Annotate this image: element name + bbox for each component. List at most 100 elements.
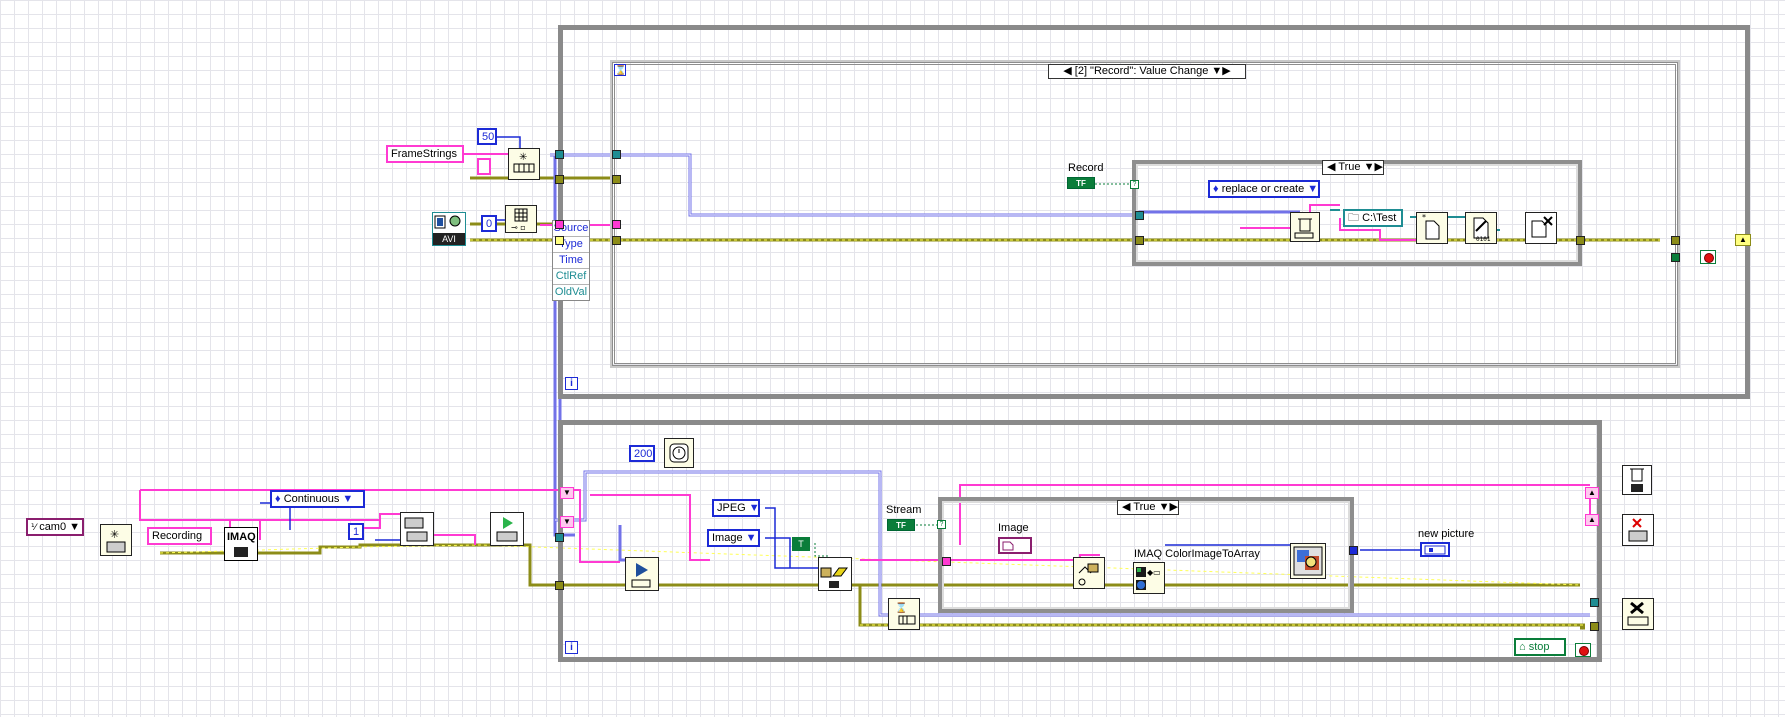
camera-name-value: cam0 <box>39 521 67 533</box>
case-dropdown-icon[interactable]: ▼▶ <box>1211 65 1230 77</box>
image-constant[interactable] <box>998 537 1032 554</box>
event-field-ctlref[interactable]: CtlRef <box>553 269 589 285</box>
queue-size-constant[interactable]: 50 <box>477 128 497 145</box>
tunnel <box>612 236 621 245</box>
lower-loop-stop-terminal[interactable] <box>1575 643 1591 657</box>
svg-text:*: * <box>1422 213 1426 222</box>
zero-constant[interactable]: 0 <box>481 215 497 232</box>
stop-label: stop <box>1528 641 1550 653</box>
upper-prev-case-arrow[interactable]: ◀ <box>1327 161 1335 173</box>
convert-icon <box>1078 563 1099 586</box>
tunnel <box>1671 253 1680 262</box>
trash-icon <box>1294 218 1314 239</box>
tunnel <box>555 150 564 159</box>
path-constant[interactable]: 🗀 C:\Test <box>1343 209 1403 227</box>
tunnel <box>1590 622 1599 631</box>
upper-case-selector[interactable]: ◀ True ▼▶ <box>1322 160 1384 175</box>
svg-text:0101: 0101 <box>1476 236 1491 243</box>
obtain-queue-vi[interactable]: ✳ <box>508 148 540 180</box>
release-queue-icon <box>1627 601 1649 626</box>
shift-register-right: ▲ <box>1585 487 1599 499</box>
svg-text:⌛: ⌛ <box>895 601 907 614</box>
imaq-start-vi[interactable] <box>490 512 524 546</box>
camera-io-icon: ⅟ <box>31 522 37 532</box>
prev-case-arrow[interactable]: ◀ <box>1063 65 1071 77</box>
jpeg-dropdown-icon: ▼ <box>748 502 760 514</box>
file-open-icon: * <box>1422 213 1440 240</box>
new-picture-label: new picture <box>1418 528 1475 540</box>
init-array-vi[interactable]: ⊸ ▫ <box>505 205 537 233</box>
path-value: C:\Test <box>1362 212 1397 224</box>
one-constant[interactable]: 1 <box>348 523 364 540</box>
new-picture-indicator[interactable] <box>1420 542 1450 557</box>
tunnel <box>1671 236 1680 245</box>
imaq-configure-vi[interactable] <box>400 512 434 546</box>
camera-close-icon <box>1628 518 1648 542</box>
frame-strings-constant[interactable]: FrameStrings <box>386 145 464 163</box>
lower-case-selector[interactable]: ◀ True ▼▶ <box>1117 500 1179 515</box>
lower-prev-case-arrow[interactable]: ◀ <box>1122 501 1130 513</box>
imaq-close-vi[interactable] <box>1622 514 1654 546</box>
empty-string-constant[interactable] <box>477 158 491 175</box>
svg-text:✳: ✳ <box>519 152 527 163</box>
upper-next-case-arrow[interactable]: ▼▶ <box>1364 161 1383 173</box>
imaq-open-camera-vi[interactable]: ✳ <box>100 524 132 556</box>
svg-text:⊸ ▫: ⊸ ▫ <box>511 223 526 232</box>
event-case-label: [2] "Record": Value Change <box>1074 65 1209 77</box>
release-queue-vi[interactable] <box>1622 598 1654 630</box>
tunnel <box>1135 236 1144 245</box>
camera-play-icon <box>631 563 651 588</box>
close-file-vi[interactable] <box>1525 212 1557 244</box>
wait-ms-constant[interactable]: 200 <box>629 445 655 462</box>
imaq-label: IMAQ <box>227 531 256 543</box>
event-field-time[interactable]: Time <box>553 253 589 269</box>
true-constant[interactable]: T <box>792 537 810 551</box>
stream-terminal[interactable]: TF <box>887 519 915 531</box>
upper-loop-stop-terminal[interactable] <box>1700 250 1716 264</box>
svg-text:◆▭: ◆▭ <box>1147 568 1161 577</box>
image-type-value: Image <box>712 532 743 544</box>
event-field-oldval[interactable]: OldVal <box>553 285 589 300</box>
jpeg-enum[interactable]: JPEG ▼ <box>712 499 760 517</box>
lower-case-selector-terminal: ? <box>937 520 946 529</box>
camera-name-constant[interactable]: ⅟ cam0 ▼ <box>26 518 84 536</box>
imaq-grab-vi[interactable] <box>625 557 659 591</box>
flush-queue-vi[interactable] <box>1290 212 1320 242</box>
start-camera-icon <box>496 517 518 542</box>
write-file-icon: 0101 <box>1473 217 1491 243</box>
acquisition-mode-enum[interactable]: ♦ Continuous ▼ <box>270 490 365 508</box>
record-terminal[interactable]: TF <box>1067 177 1095 189</box>
image-converter-vi[interactable] <box>1073 557 1105 589</box>
write-binary-vi[interactable]: 0101 <box>1465 212 1497 244</box>
camera-dropdown-icon: ▼ <box>69 521 81 533</box>
image-type-enum[interactable]: Image ▼ <box>707 529 760 547</box>
lower-next-case-arrow[interactable]: ▼▶ <box>1159 501 1178 513</box>
imaq-flatten-vi[interactable] <box>818 557 852 591</box>
image-type-dropdown-icon: ▼ <box>745 532 757 544</box>
imaq-color-to-array-vi[interactable]: ◆▭ <box>1133 562 1165 594</box>
dispose-vi[interactable] <box>1622 465 1652 495</box>
shift-register-output: ▲ <box>1735 234 1751 246</box>
imaq-sub-icon <box>234 547 248 557</box>
shift-register-left: ▼ <box>560 487 574 499</box>
wait-ms-vi[interactable] <box>664 438 694 468</box>
stop-button-terminal[interactable]: ⌂ stop <box>1514 638 1566 656</box>
avi-label: AVI <box>433 233 465 245</box>
avi-refnum-terminal[interactable]: AVI <box>432 212 466 246</box>
upper-loop-iteration-terminal: i <box>565 377 578 390</box>
close-file-icon <box>1531 216 1553 238</box>
picture-draw-vi[interactable] <box>1290 543 1326 579</box>
imaq-create-vi[interactable]: IMAQ <box>224 527 258 561</box>
array-grid-icon: ⊸ ▫ <box>511 208 528 232</box>
shift-register-right: ▲ <box>1585 514 1599 526</box>
mode-arrows-icon: ♦ <box>275 493 281 505</box>
open-mode-enum[interactable]: ♦ replace or create ▼ <box>1208 180 1320 198</box>
tunnel <box>555 533 564 542</box>
open-file-vi[interactable]: * <box>1416 212 1448 244</box>
record-label: Record <box>1068 162 1104 174</box>
enqueue-vi[interactable]: ⌛ <box>888 598 920 630</box>
event-case-selector[interactable]: ◀ [2] "Record": Value Change ▼▶ <box>1048 64 1246 79</box>
jpeg-value: JPEG <box>717 502 746 514</box>
image-icon <box>1002 541 1014 551</box>
recording-constant[interactable]: Recording <box>147 527 212 545</box>
